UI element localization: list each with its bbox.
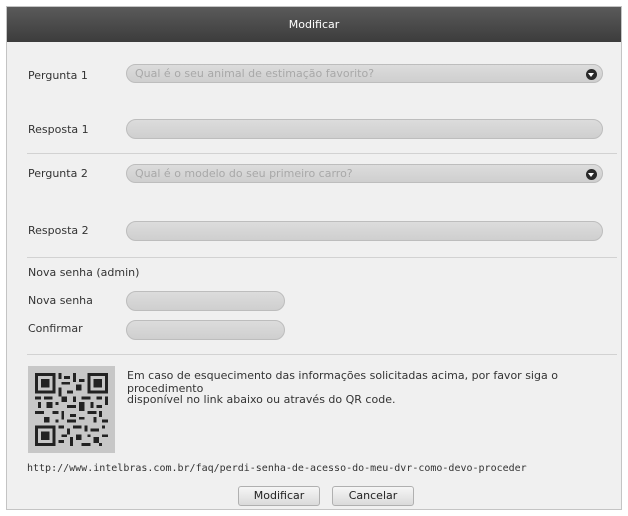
answer1-input[interactable] [126, 119, 603, 139]
question1-value: Qual é o seu animal de estimação favorit… [135, 67, 375, 80]
answer1-label: Resposta 1 [28, 123, 89, 136]
new-password-input[interactable] [126, 291, 285, 311]
separator [27, 153, 617, 154]
answer2-input[interactable] [126, 221, 603, 241]
confirm-password-input[interactable] [126, 320, 285, 340]
new-password-label: Nova senha [28, 294, 93, 307]
confirm-password-label: Confirmar [28, 322, 83, 335]
password-section-title: Nova senha (admin) [28, 266, 140, 279]
question1-select[interactable]: Qual é o seu animal de estimação favorit… [126, 64, 603, 83]
cancel-button[interactable]: Cancelar [332, 486, 414, 506]
help-link[interactable]: http://www.intelbras.com.br/faq/perdi-se… [27, 463, 527, 474]
modify-dialog: Modificar Pergunta 1 Qual é o seu animal… [6, 6, 622, 510]
help-text-line2: disponível no link abaixo ou através do … [127, 393, 396, 406]
dialog-title: Modificar [7, 7, 621, 42]
separator [27, 354, 617, 355]
chevron-down-icon[interactable] [586, 69, 597, 80]
modify-button[interactable]: Modificar [238, 486, 320, 506]
question2-label: Pergunta 2 [28, 167, 88, 180]
chevron-down-icon[interactable] [586, 169, 597, 180]
help-text-line1: Em caso de esquecimento das informações … [127, 369, 558, 395]
answer2-label: Resposta 2 [28, 224, 89, 237]
question2-select[interactable]: Qual é o modelo do seu primeiro carro? [126, 164, 603, 183]
question2-value: Qual é o modelo do seu primeiro carro? [135, 167, 353, 180]
separator [27, 257, 617, 258]
qr-code-icon [28, 366, 115, 453]
question1-label: Pergunta 1 [28, 69, 88, 82]
